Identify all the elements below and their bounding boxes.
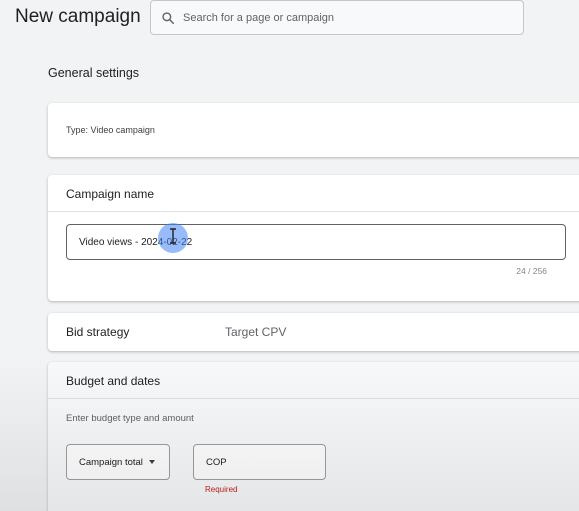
campaign-name-title: Campaign name xyxy=(66,187,155,201)
character-count: 24 / 256 xyxy=(516,266,547,276)
general-settings-heading: General settings xyxy=(48,66,140,80)
campaign-name-card: Campaign name 24 / 256 xyxy=(48,175,579,301)
campaign-name-field[interactable] xyxy=(66,224,566,260)
divider xyxy=(48,398,579,399)
search-box[interactable] xyxy=(150,0,524,35)
page-title: New campaign xyxy=(15,6,141,27)
budget-dates-card: Budget and dates Enter budget type and a… xyxy=(48,362,579,511)
campaign-type-card: Type: Video campaign xyxy=(48,103,579,157)
bid-strategy-value: Target CPV xyxy=(225,325,287,339)
budget-amount-input[interactable] xyxy=(232,456,323,468)
required-error: Required xyxy=(205,485,238,494)
search-icon xyxy=(162,11,175,24)
bid-strategy-card[interactable]: Bid strategy Target CPV xyxy=(48,313,579,351)
budget-hint: Enter budget type and amount xyxy=(66,413,194,424)
budget-dates-title: Budget and dates xyxy=(66,374,161,388)
budget-amount-field[interactable]: COP xyxy=(193,444,326,480)
campaign-name-input[interactable] xyxy=(79,236,549,248)
budget-type-dropdown[interactable]: Campaign total xyxy=(66,444,170,480)
text-cursor-icon xyxy=(170,228,176,244)
campaign-page: New campaign General settings Type: Vide… xyxy=(0,0,579,511)
bid-strategy-label: Bid strategy xyxy=(66,325,130,339)
campaign-type-text: Type: Video campaign xyxy=(66,125,155,135)
divider xyxy=(48,211,579,212)
currency-label: COP xyxy=(206,456,227,468)
dropdown-arrow-icon xyxy=(148,460,155,464)
search-input[interactable] xyxy=(183,11,503,24)
budget-type-value: Campaign total xyxy=(79,456,143,468)
